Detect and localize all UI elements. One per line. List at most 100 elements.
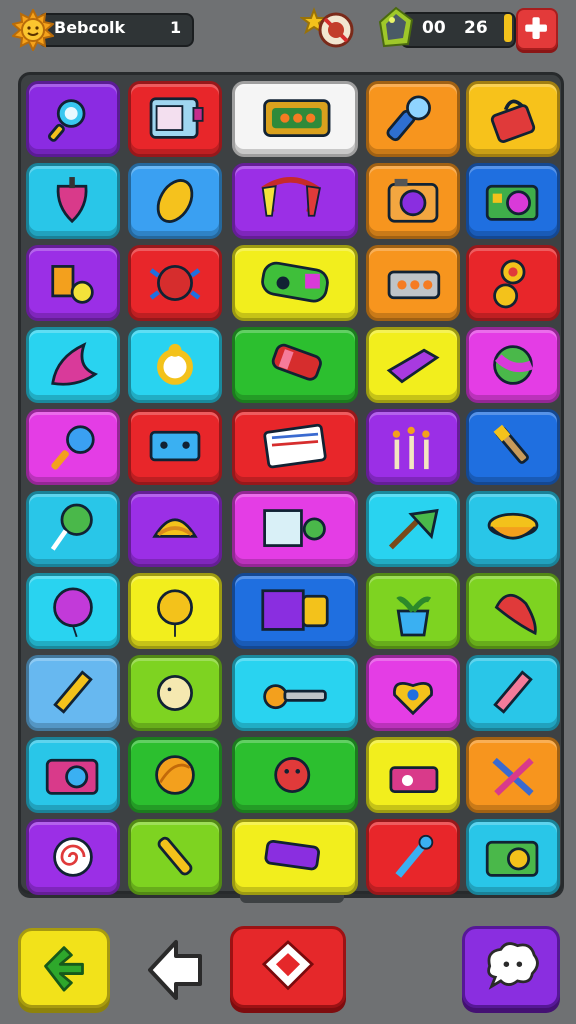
candles-icon xyxy=(392,426,430,470)
direction-button[interactable] xyxy=(140,930,212,1008)
hedgehog-icon xyxy=(157,675,193,711)
bug-icon xyxy=(149,265,201,301)
feather-icon xyxy=(51,342,98,386)
tile-fidget-spinner[interactable] xyxy=(466,245,560,321)
tile-ball[interactable] xyxy=(466,327,560,403)
gem-icon xyxy=(378,6,414,48)
sun-icon xyxy=(12,9,54,51)
tile-ice-cream[interactable] xyxy=(26,409,120,485)
tile-eraser[interactable] xyxy=(366,327,460,403)
tile-lollipop[interactable] xyxy=(26,491,120,567)
tile-balloon-small[interactable] xyxy=(128,573,222,649)
chat-bubble-icon xyxy=(487,942,539,990)
tile-feather[interactable] xyxy=(26,327,120,403)
tile-plant[interactable] xyxy=(366,573,460,649)
player-name: Bebcolk xyxy=(54,18,126,37)
tile-heart-lock[interactable] xyxy=(366,655,460,731)
tile-key[interactable] xyxy=(232,655,358,731)
bowl-icon xyxy=(487,512,539,540)
direction-arrow-icon xyxy=(148,940,202,1000)
tile-wrench[interactable] xyxy=(366,819,460,895)
tile-candles[interactable] xyxy=(366,409,460,485)
tile-bug[interactable] xyxy=(128,245,222,321)
tile-window[interactable] xyxy=(128,81,222,157)
tile-camera-pink[interactable] xyxy=(26,737,120,813)
pepper-icon xyxy=(494,593,537,636)
window-icon xyxy=(149,97,204,139)
tile-camera-green[interactable] xyxy=(466,819,560,895)
tile-blocks[interactable] xyxy=(26,245,120,321)
tile-microphone[interactable] xyxy=(366,81,460,157)
tile-radio[interactable] xyxy=(232,81,358,157)
tile-crayon[interactable] xyxy=(466,655,560,731)
tile-flower[interactable] xyxy=(232,737,358,813)
tile-magnifier[interactable] xyxy=(26,81,120,157)
tile-pencil[interactable] xyxy=(26,655,120,731)
projector-icon xyxy=(387,270,441,300)
tile-spinning-top[interactable] xyxy=(26,163,120,239)
tile-toy-gun[interactable] xyxy=(232,819,358,895)
tile-frame[interactable] xyxy=(232,491,358,567)
back-button[interactable] xyxy=(18,928,110,1008)
tile-brush[interactable] xyxy=(466,409,560,485)
spiral-icon xyxy=(53,837,93,877)
console-icon xyxy=(261,589,329,631)
tile-lemon[interactable] xyxy=(128,163,222,239)
ball-icon xyxy=(493,345,534,385)
wrench-icon xyxy=(395,834,434,878)
camera-pink-icon xyxy=(45,758,99,795)
score-chip: 00 26 xyxy=(376,6,516,50)
broom-icon xyxy=(388,508,439,550)
tile-robot[interactable] xyxy=(128,409,222,485)
add-button[interactable] xyxy=(516,8,558,50)
robot-icon xyxy=(149,430,201,462)
camera-retro-icon xyxy=(485,184,539,221)
tile-taco[interactable] xyxy=(128,491,222,567)
pencil-icon xyxy=(53,670,93,714)
key-icon xyxy=(263,684,327,710)
tile-camera-retro[interactable] xyxy=(466,163,560,239)
camera-icon xyxy=(387,178,439,223)
tile-balloon[interactable] xyxy=(26,573,120,649)
score-right: 26 xyxy=(464,18,488,38)
tile-candy[interactable] xyxy=(232,327,358,403)
tile-broom[interactable] xyxy=(366,491,460,567)
chat-button[interactable] xyxy=(462,926,560,1008)
tape-icon xyxy=(389,766,439,793)
tile-tools[interactable] xyxy=(466,737,560,813)
tile-console[interactable] xyxy=(232,573,358,649)
tile-book[interactable] xyxy=(232,409,358,485)
taco-icon xyxy=(152,518,198,538)
tile-hedgehog[interactable] xyxy=(128,655,222,731)
tile-projector[interactable] xyxy=(366,245,460,321)
tile-ring[interactable] xyxy=(128,327,222,403)
tile-pepper[interactable] xyxy=(466,573,560,649)
score-pill xyxy=(400,12,516,48)
star-locked-icon[interactable] xyxy=(300,6,356,50)
tile-rocket[interactable] xyxy=(128,819,222,895)
lollipop-icon xyxy=(50,503,93,551)
tile-spiral[interactable] xyxy=(26,819,120,895)
tile-camera[interactable] xyxy=(366,163,460,239)
bag-icon xyxy=(490,99,536,143)
orange-icon xyxy=(155,755,195,795)
tile-tape[interactable] xyxy=(366,737,460,813)
magnet-icon xyxy=(261,177,321,217)
top-hud: Bebcolk 1 00 26 xyxy=(0,0,576,60)
tile-orange[interactable] xyxy=(128,737,222,813)
tile-gamepad[interactable] xyxy=(232,245,358,321)
stop-icon xyxy=(261,940,315,991)
magnifier-icon xyxy=(48,99,86,142)
back-arrow-icon xyxy=(44,946,84,992)
tile-bowl[interactable] xyxy=(466,491,560,567)
player-chip[interactable]: Bebcolk 1 xyxy=(12,9,194,51)
camera-green-icon xyxy=(485,840,539,877)
balloon-small-icon xyxy=(157,589,193,637)
lemon-icon xyxy=(156,179,194,223)
stop-button[interactable] xyxy=(230,926,346,1008)
tile-magnet[interactable] xyxy=(232,163,358,239)
score-bar xyxy=(504,14,512,42)
rocket-icon xyxy=(157,836,193,876)
tile-bag[interactable] xyxy=(466,81,560,157)
microphone-icon xyxy=(386,95,431,142)
